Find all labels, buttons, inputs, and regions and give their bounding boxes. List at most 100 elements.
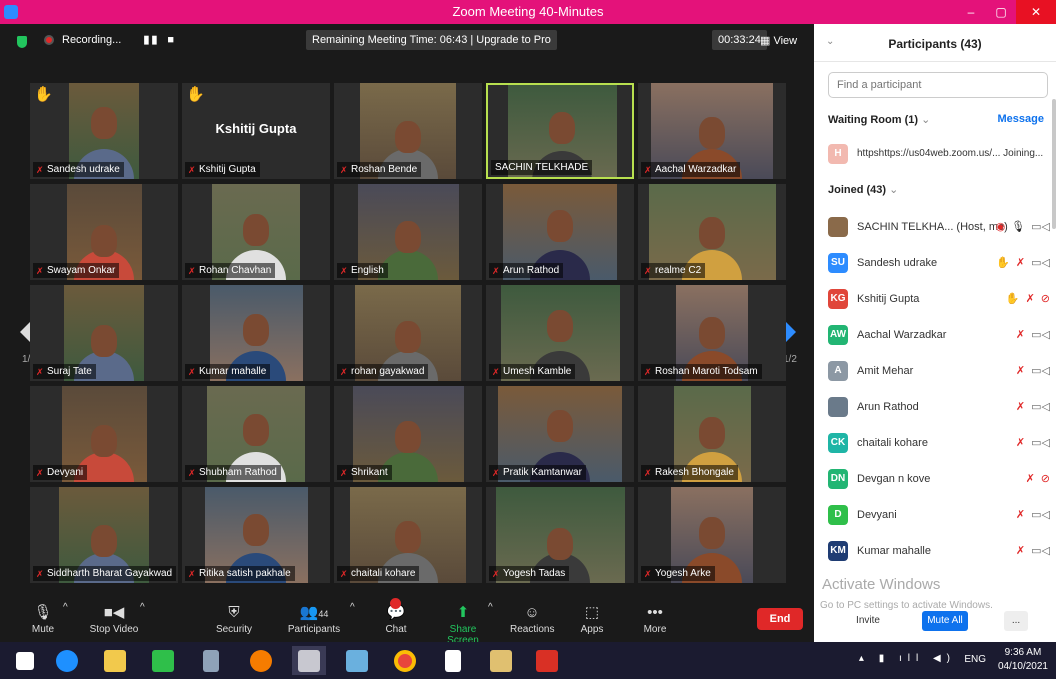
- waiting-room-message-link[interactable]: Message: [998, 113, 1044, 125]
- share-options-caret-icon[interactable]: ^: [488, 602, 493, 613]
- participant-name: Devyani: [857, 509, 897, 521]
- file-explorer-taskbar-icon[interactable]: [98, 646, 132, 675]
- language-indicator[interactable]: ENG: [964, 654, 986, 665]
- muted-mic-icon: ✗: [188, 165, 196, 175]
- participant-name-label: ✗ Swayam Onkar: [33, 263, 120, 278]
- maximize-button[interactable]: ▢: [986, 0, 1016, 24]
- participants-button[interactable]: 👥44 Participants: [286, 602, 342, 635]
- video-tile[interactable]: ✗ Shrikant: [334, 386, 482, 482]
- zoom-taskbar-icon[interactable]: [292, 646, 326, 675]
- participant-status-icons: ✗ ▭◁: [1016, 328, 1050, 341]
- video-tile[interactable]: ✗ Swayam Onkar: [30, 184, 178, 280]
- video-tile[interactable]: ✗ English: [334, 184, 482, 280]
- video-tile[interactable]: ✗ Roshan Maroti Todsam: [638, 285, 786, 381]
- store-taskbar-icon[interactable]: [146, 646, 180, 675]
- participant-row[interactable]: CK chaitali kohare ✗ ▭◁: [828, 428, 1052, 464]
- invite-button[interactable]: Invite: [850, 611, 886, 631]
- mute-all-button[interactable]: Mute All: [922, 611, 968, 631]
- participant-row[interactable]: DN Devgan n kove ✗ ⊘: [828, 464, 1052, 500]
- participant-row[interactable]: D Devyani ✗ ▭◁: [828, 500, 1052, 536]
- reactions-button[interactable]: ☺ Reactions: [510, 602, 554, 635]
- mic-off-icon: ✗: [1015, 437, 1026, 449]
- notes-taskbar-icon[interactable]: [340, 646, 374, 675]
- participants-options-caret-icon[interactable]: ^: [350, 602, 355, 613]
- joined-heading[interactable]: Joined (43) ⌄: [828, 183, 898, 196]
- more-button[interactable]: ••• More: [640, 602, 670, 635]
- video-tile[interactable]: ✗ Yogesh Tadas: [486, 487, 634, 583]
- video-tile[interactable]: ✗ realme C2: [638, 184, 786, 280]
- muted-mic-icon: ✗: [492, 266, 500, 276]
- video-tile[interactable]: ✗ Roshan Bende: [334, 83, 482, 179]
- participant-list-scrollbar[interactable]: [1052, 99, 1056, 229]
- more-options-button[interactable]: ...: [1004, 611, 1028, 631]
- waiting-room-heading[interactable]: Waiting Room (1) ⌄: [828, 113, 930, 126]
- document-taskbar-icon[interactable]: [436, 646, 470, 675]
- apps-label: Apps: [580, 624, 604, 635]
- participant-list: SACHIN TELKHA... (Host, me) ◉ 🎙 ▭◁ SU Sandesh…: [828, 212, 1052, 572]
- waiting-room-entry[interactable]: H httpshttps://us04web.zoom.us/... Joini…: [828, 142, 1052, 166]
- video-tile[interactable]: ✗ Kumar mahalle: [182, 285, 330, 381]
- find-participant-input[interactable]: [828, 72, 1048, 98]
- share-screen-button[interactable]: ⬆ Share Screen: [434, 602, 492, 646]
- participant-row[interactable]: SU Sandesh udrake ✋ ✗ ▭◁: [828, 248, 1052, 284]
- raised-hand-icon: ✋: [186, 86, 205, 103]
- end-meeting-button[interactable]: End: [757, 608, 803, 630]
- video-options-caret-icon[interactable]: ^: [140, 602, 145, 613]
- participant-name: Roshan Maroti Todsam: [655, 366, 758, 377]
- participant-row[interactable]: SACHIN TELKHA... (Host, me) ◉ 🎙 ▭◁: [828, 212, 1052, 248]
- chat-button[interactable]: 💬 Chat: [380, 598, 412, 635]
- minimize-button[interactable]: –: [956, 0, 986, 24]
- stop-recording-button[interactable]: ■: [167, 34, 174, 46]
- participant-row[interactable]: Arun Rathod ✗ ▭◁: [828, 392, 1052, 428]
- video-tile[interactable]: ✗ Rakesh Bhongale: [638, 386, 786, 482]
- windows-start-button[interactable]: [8, 646, 42, 675]
- remaining-time-banner[interactable]: Remaining Meeting Time: 06:43 | Upgrade …: [306, 30, 557, 50]
- participant-row[interactable]: KG Kshitij Gupta ✋ ✗ ⊘: [828, 284, 1052, 320]
- clock[interactable]: 9:36 AM 04/10/2021: [998, 646, 1048, 674]
- video-tile[interactable]: ✗ Shubham Rathod: [182, 386, 330, 482]
- video-tile[interactable]: ✗ Arun Rathod: [486, 184, 634, 280]
- pdf-reader-taskbar-icon[interactable]: [530, 646, 564, 675]
- video-tile[interactable]: ✗ Ritika satish pakhale: [182, 487, 330, 583]
- participant-row[interactable]: A Amit Mehar ✗ ▭◁: [828, 356, 1052, 392]
- participant-row[interactable]: KM Kumar mahalle ✗ ▭◁: [828, 536, 1052, 572]
- participant-row[interactable]: AW Aachal Warzadkar ✗ ▭◁: [828, 320, 1052, 356]
- video-tile[interactable]: ✗ chaitali kohare: [334, 487, 482, 583]
- video-tile[interactable]: ✗ Umesh Kamble: [486, 285, 634, 381]
- internet-explorer-taskbar-icon[interactable]: [50, 646, 84, 675]
- recording-label: Recording...: [62, 33, 122, 46]
- video-tile[interactable]: ✗ Pratik Kamtanwar: [486, 386, 634, 482]
- cam-icon: ▭◁: [1031, 365, 1050, 377]
- system-tray-icons[interactable]: ▴ ▮ ıll ◀): [859, 653, 956, 664]
- security-button[interactable]: ⛨ Security: [212, 602, 256, 635]
- mute-button[interactable]: 🎙 Mute: [26, 602, 60, 635]
- folder-taskbar-icon[interactable]: [484, 646, 518, 675]
- video-tile[interactable]: ✗ rohan gayakwad: [334, 285, 482, 381]
- participant-name: Ritika satish pakhale: [199, 568, 291, 579]
- audio-options-caret-icon[interactable]: ^: [63, 602, 68, 613]
- chrome-taskbar-icon[interactable]: [388, 646, 422, 675]
- view-button[interactable]: ▦ View: [760, 34, 797, 47]
- video-tile[interactable]: ✗ Rohan Chavhan: [182, 184, 330, 280]
- close-button[interactable]: ✕: [1016, 0, 1056, 24]
- pause-recording-button[interactable]: ▮▮: [143, 33, 159, 46]
- participants-panel-footer: Invite Mute All ...: [814, 608, 1056, 642]
- calculator-taskbar-icon[interactable]: [194, 646, 228, 675]
- stop-video-button[interactable]: ■◀ Stop Video: [86, 602, 142, 635]
- encryption-shield-icon[interactable]: [17, 36, 27, 48]
- firefox-taskbar-icon[interactable]: [244, 646, 278, 675]
- participant-name: Sandesh udrake: [47, 164, 120, 175]
- share-screen-arrow-icon: ⬆: [456, 604, 470, 621]
- video-tile[interactable]: SACHIN TELKHADE: [486, 83, 634, 179]
- video-tile[interactable]: ✗ Siddharth Bharat Gayakwad: [30, 487, 178, 583]
- participant-name-label: ✗ realme C2: [641, 263, 706, 278]
- video-tile[interactable]: ✗ Aachal Warzadkar: [638, 83, 786, 179]
- grid-view-icon: ▦: [760, 35, 774, 47]
- participant-status-icons: ◉ 🎙 ▭◁: [996, 220, 1050, 233]
- apps-button[interactable]: ⬚ Apps: [578, 602, 606, 635]
- video-tile[interactable]: ✗ Yogesh Arke: [638, 487, 786, 583]
- video-tile[interactable]: Kshitij Gupta ✋ ✗ Kshitij Gupta: [182, 83, 330, 179]
- video-tile[interactable]: ✗ Devyani: [30, 386, 178, 482]
- video-tile[interactable]: ✗ Suraj Tate: [30, 285, 178, 381]
- video-tile[interactable]: ✋ ✗ Sandesh udrake: [30, 83, 178, 179]
